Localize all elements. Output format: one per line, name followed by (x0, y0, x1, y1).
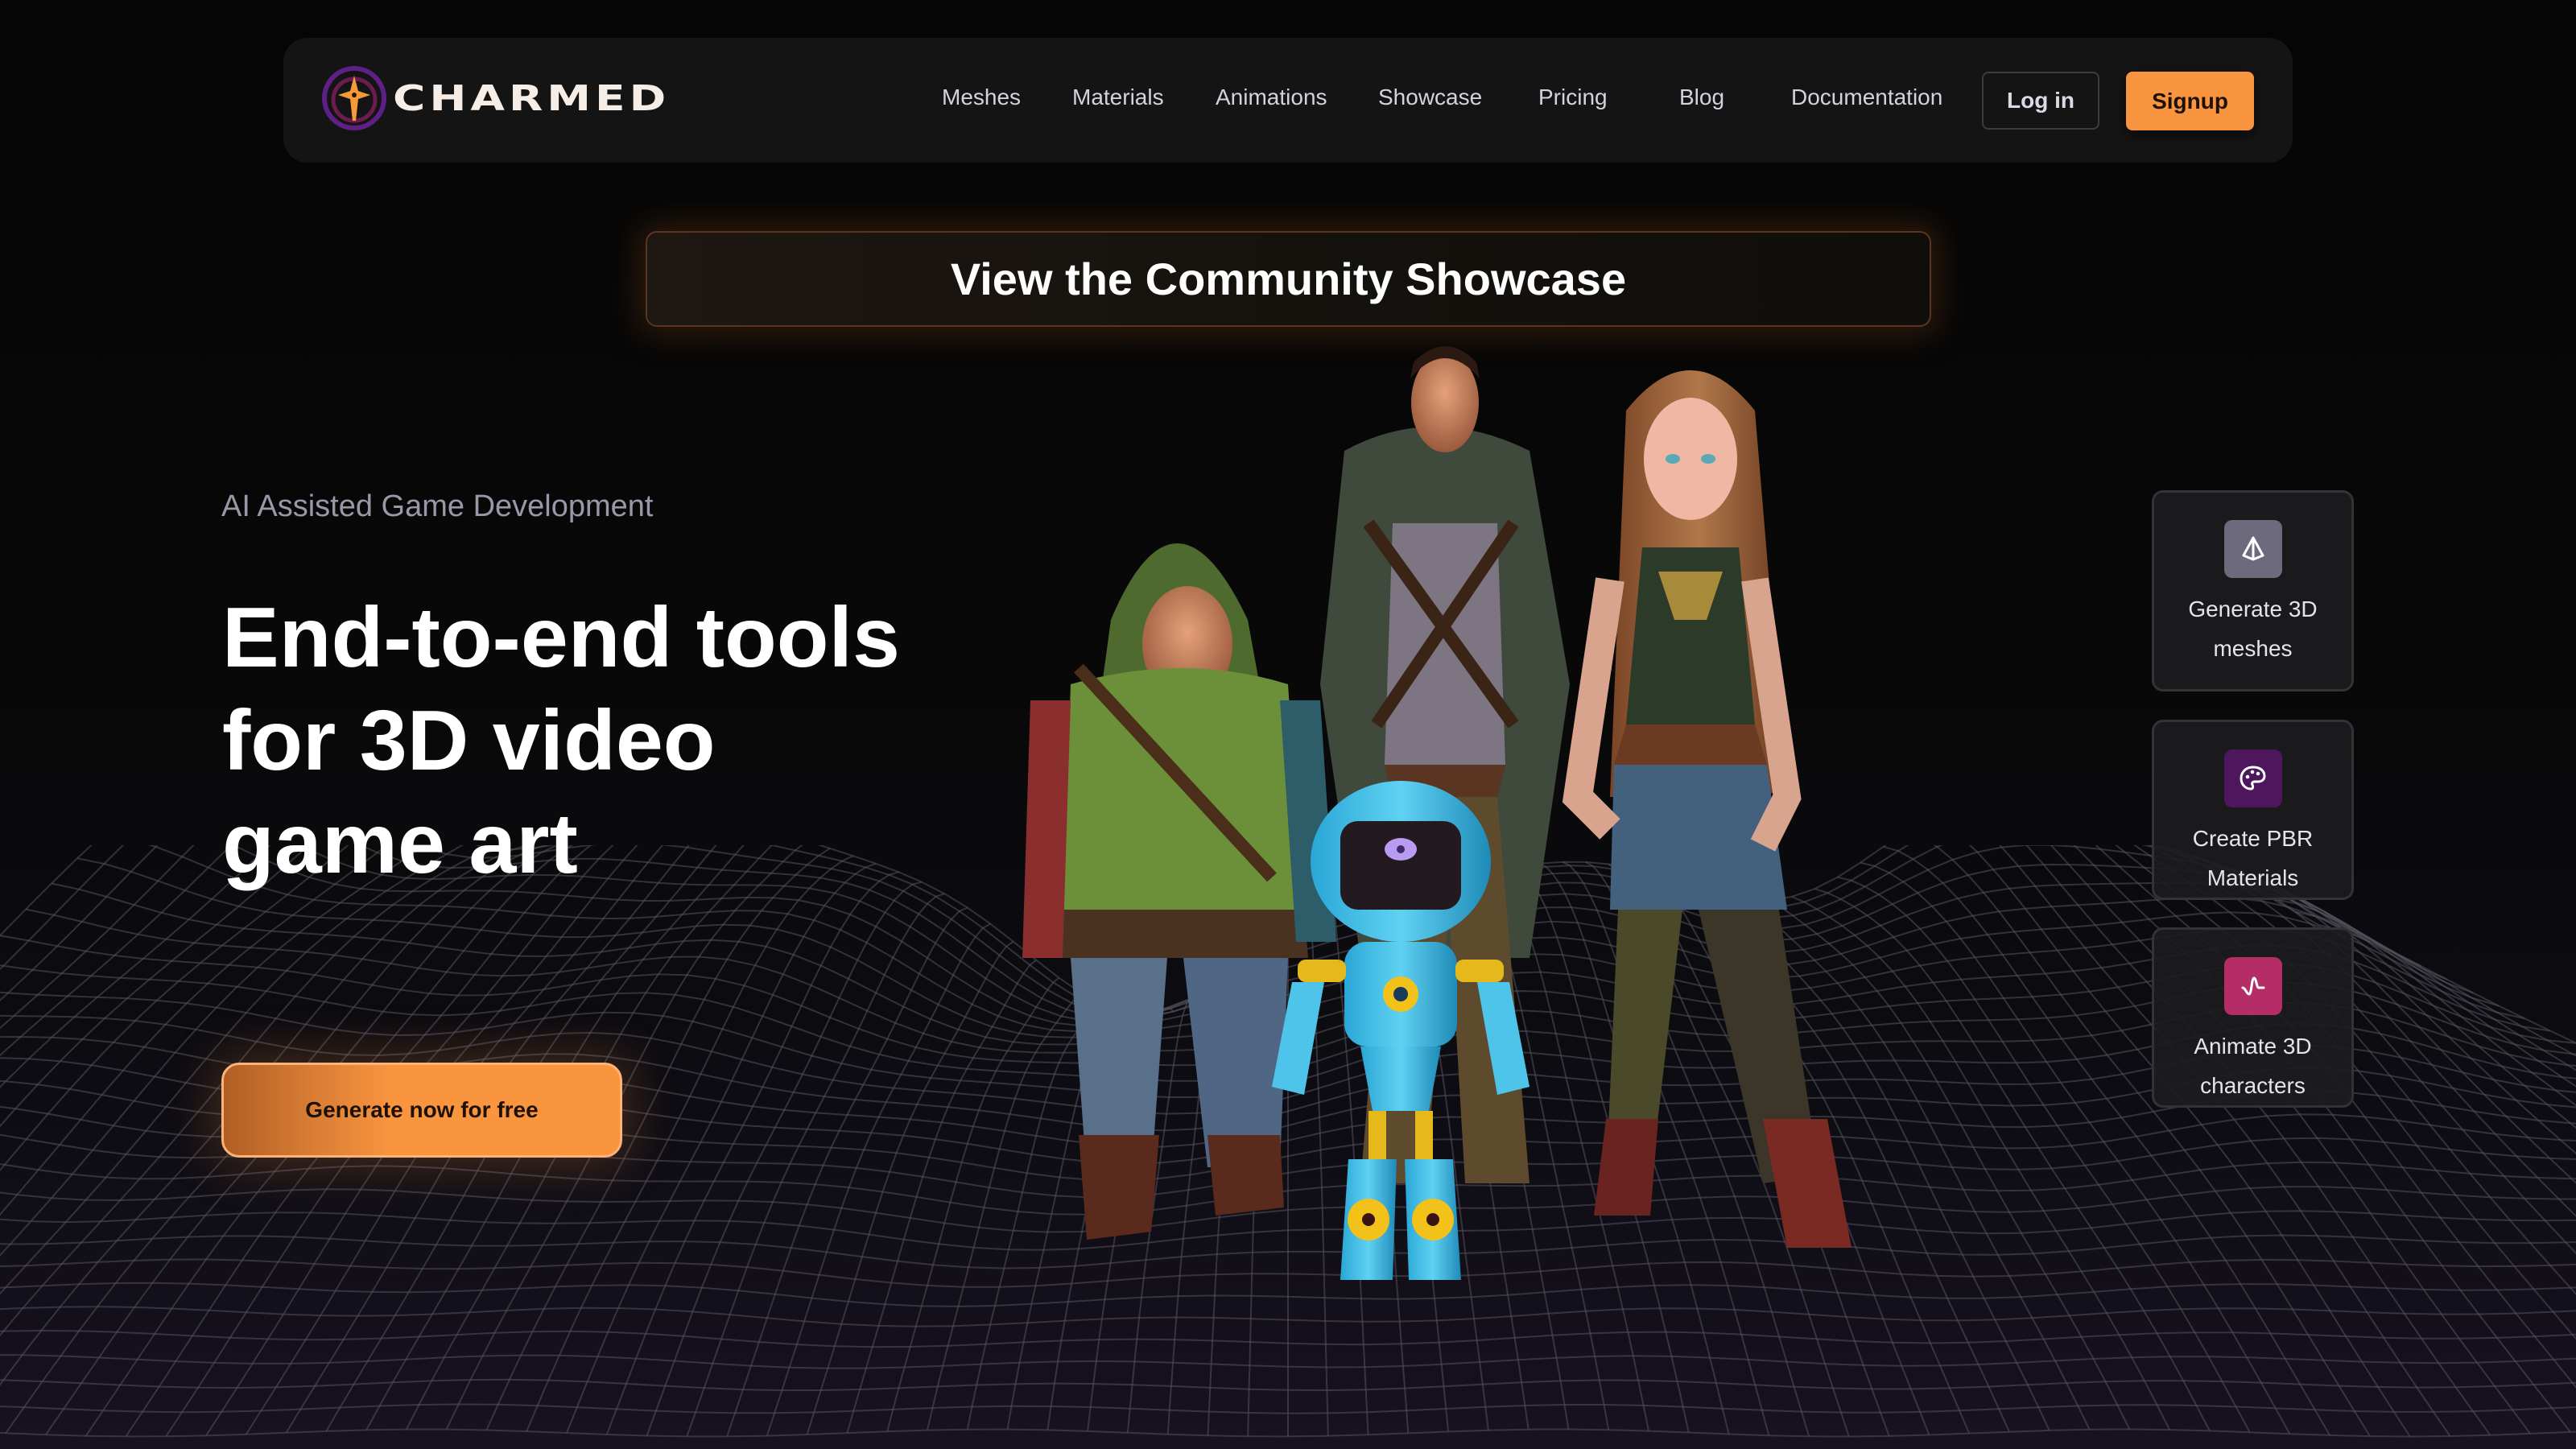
character-hooded-ranger (1022, 543, 1336, 1240)
login-button[interactable]: Log in (1982, 72, 2099, 130)
nav-link-materials[interactable]: Materials (1072, 85, 1164, 110)
terrain-column-line (646, 881, 923, 1436)
nav-link-blog[interactable]: Blog (1679, 85, 1724, 110)
top-nav: CHARMED Meshes Materials Animations Show… (283, 38, 2293, 163)
feature-label: Generate 3D meshes (2188, 597, 2318, 661)
nav-link-documentation[interactable]: Documentation (1791, 85, 1942, 110)
feature-card-materials[interactable]: Create PBR Materials (2152, 720, 2354, 900)
feature-icon-box (2223, 520, 2282, 578)
character-cloaked-man (1320, 346, 1570, 1183)
signup-button[interactable]: Signup (2126, 72, 2254, 130)
nav-link-meshes[interactable]: Meshes (942, 85, 1021, 110)
feature-icon-box (2223, 749, 2282, 807)
pyramid-icon (2242, 536, 2264, 561)
brand-name: CHARMED (393, 77, 671, 119)
hero-characters-illustration (1022, 346, 1852, 1280)
feature-card-animation[interactable]: Animate 3D characters (2152, 927, 2354, 1108)
character-adventurer-woman (1562, 370, 1852, 1248)
headline-line: End-to-end tools (222, 590, 900, 685)
hero-headline: End-to-end tools for 3D video game art (222, 586, 947, 895)
feature-label: Animate 3D characters (2194, 1034, 2312, 1098)
headline-line: game art (222, 796, 578, 891)
terrain-column-line (726, 906, 968, 1437)
waveform-icon (2241, 976, 2264, 996)
nav-link-showcase[interactable]: Showcase (1378, 85, 1482, 110)
terrain-column-line (0, 845, 93, 937)
community-showcase-banner[interactable]: View the Community Showcase (646, 231, 1931, 327)
feature-label: Create PBR Materials (2192, 826, 2314, 890)
headline-line: for 3D video (222, 693, 716, 788)
terrain-column-line (605, 871, 899, 1435)
generate-free-button[interactable]: Generate now for free (221, 1063, 622, 1158)
nav-link-pricing[interactable]: Pricing (1538, 85, 1608, 110)
nav-link-animations[interactable]: Animations (1216, 85, 1327, 110)
charmed-logo-icon (322, 66, 386, 130)
feature-card-meshes[interactable]: Generate 3D meshes (2152, 490, 2354, 691)
feature-icon-box (2223, 957, 2282, 1015)
hero-eyebrow: AI Assisted Game Development (221, 489, 654, 523)
palette-icon (2239, 766, 2266, 791)
brand-logo[interactable]: CHARMED (320, 62, 666, 134)
